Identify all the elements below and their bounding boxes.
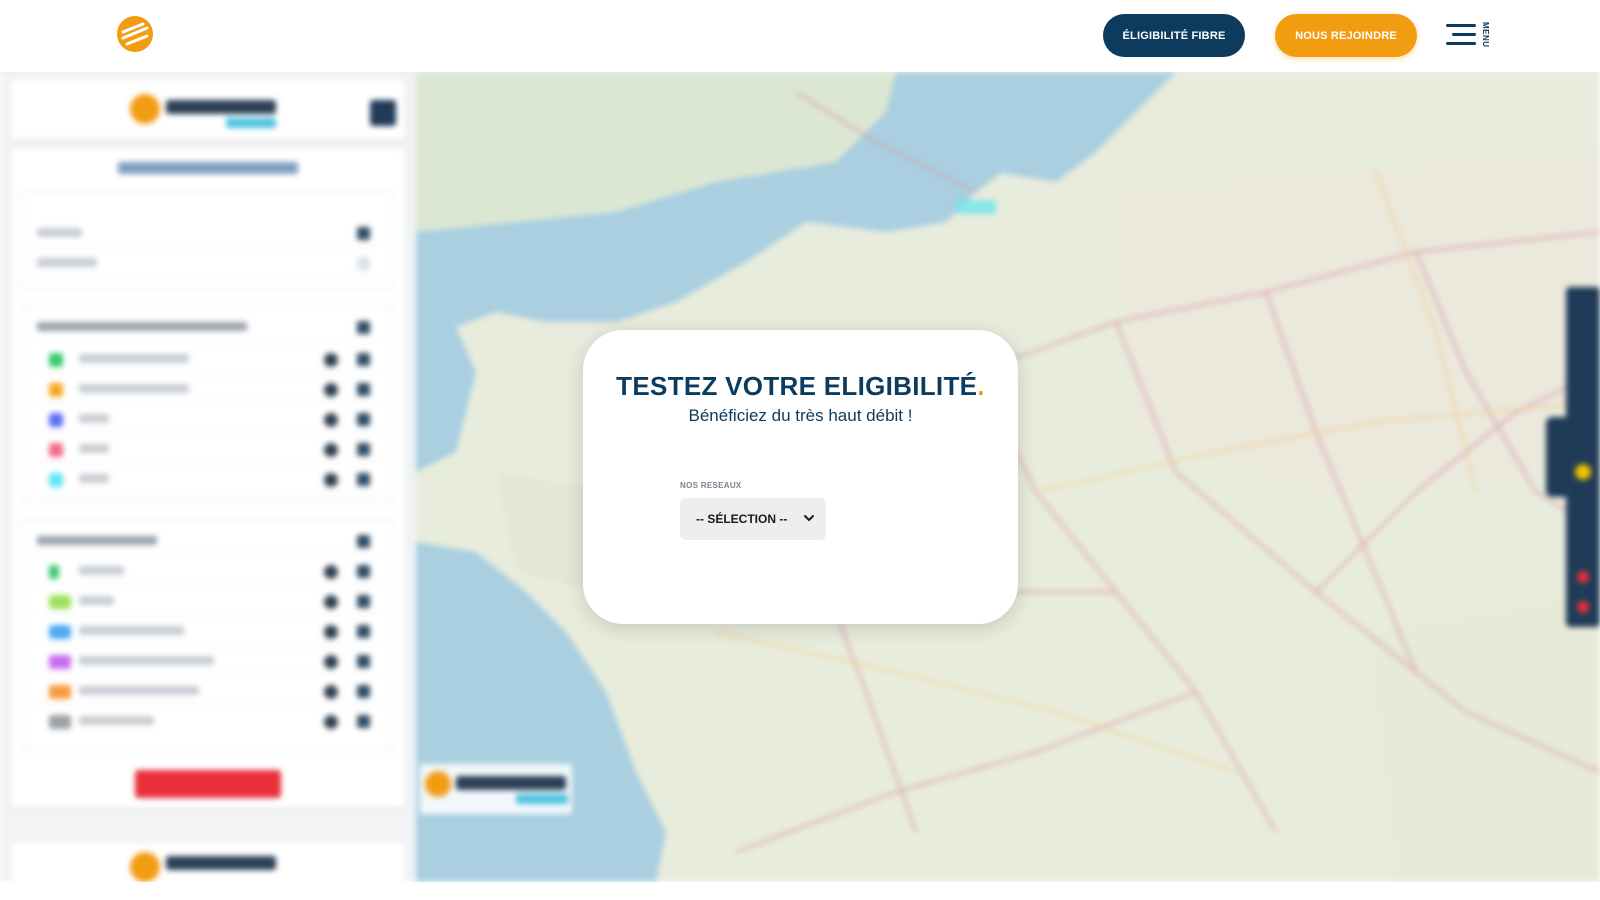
join-us-button[interactable]: NOUS REJOINDRE (1275, 14, 1417, 57)
brand-logo[interactable] (117, 16, 153, 52)
modal-title: TESTEZ VOTRE ELIGIBILITÉ. (583, 371, 1018, 402)
eligibility-fibre-button[interactable]: ÉLIGIBILITÉ FIBRE (1103, 14, 1245, 57)
menu-button[interactable]: MENU (1445, 20, 1490, 52)
menu-label: MENU (1481, 22, 1490, 48)
sidebar-logo-card-repeat (10, 842, 405, 882)
title-accent-dot: . (977, 371, 985, 401)
page-bottom-strip (0, 882, 1600, 900)
chevron-down-icon (804, 515, 814, 521)
modal-title-text: TESTEZ VOTRE ELIGIBILITÉ (616, 371, 978, 401)
menu-icon (1446, 24, 1476, 27)
network-select-label: NOS RESEAUX (680, 481, 742, 490)
eligibility-modal: TESTEZ VOTRE ELIGIBILITÉ. Bénéficiez du … (583, 330, 1018, 624)
collapse-sidebar-button[interactable] (370, 100, 396, 126)
reset-button[interactable] (135, 770, 281, 798)
network-select[interactable]: -- SÉLECTION -- (680, 498, 826, 540)
map-config-sidebar (0, 72, 416, 882)
base-map-section (20, 190, 395, 290)
deployment-zones-section (20, 306, 395, 502)
map-config-card (10, 148, 405, 808)
network-select-value: -- SÉLECTION -- (696, 512, 788, 526)
site-header: ÉLIGIBILITÉ FIBRE NOUS REJOINDRE MENU (0, 0, 1600, 72)
fiber-status-section (20, 520, 395, 750)
modal-subtitle: Bénéficiez du très haut débit ! (688, 406, 913, 425)
sidebar-logo-card (10, 80, 405, 140)
partner-logo (130, 94, 160, 124)
